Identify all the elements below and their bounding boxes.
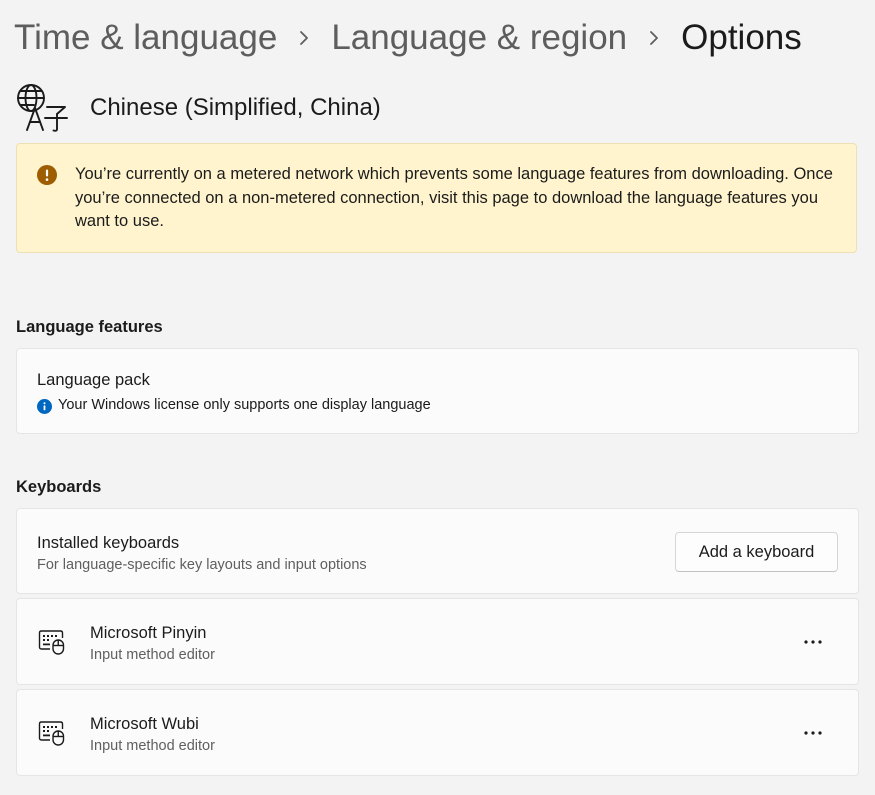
metered-network-warning: You’re currently on a metered network wh… <box>16 143 857 253</box>
warning-icon <box>37 165 57 185</box>
language-name: Chinese (Simplified, China) <box>90 94 381 121</box>
page-title: Options <box>681 18 802 57</box>
keyboard-name: Microsoft Pinyin <box>90 624 207 642</box>
language-pack-label: Language pack <box>37 371 150 389</box>
keyboard-name: Microsoft Wubi <box>90 715 199 733</box>
chevron-right-icon <box>277 14 331 62</box>
add-keyboard-button[interactable]: Add a keyboard <box>675 532 838 572</box>
more-horizontal-icon <box>804 731 822 735</box>
section-title-language-features: Language features <box>16 318 163 336</box>
language-header: Chinese (Simplified, China) <box>16 82 381 134</box>
keyboard-icon <box>38 721 65 746</box>
breadcrumb: Time & language Language & region Option… <box>14 14 802 62</box>
more-options-button[interactable] <box>796 625 830 659</box>
keyboard-type: Input method editor <box>90 738 215 754</box>
keyboard-icon <box>38 630 65 655</box>
keyboard-type: Input method editor <box>90 647 215 663</box>
language-pack-info: Your Windows license only supports one d… <box>58 397 431 413</box>
warning-message: You’re currently on a metered network wh… <box>75 165 833 230</box>
chevron-right-icon <box>627 14 681 62</box>
breadcrumb-language-region[interactable]: Language & region <box>331 18 627 58</box>
installed-keyboards-card: Installed keyboards For language-specifi… <box>16 508 859 594</box>
more-options-button[interactable] <box>796 716 830 750</box>
installed-keyboards-label: Installed keyboards <box>37 534 180 552</box>
language-pack-card: Language pack Your Windows license only … <box>16 348 859 434</box>
section-title-keyboards: Keyboards <box>16 478 102 496</box>
installed-keyboards-description: For language-specific key layouts and in… <box>37 557 367 573</box>
keyboard-item-microsoft-pinyin[interactable]: Microsoft Pinyin Input method editor <box>16 598 859 685</box>
more-horizontal-icon <box>804 640 822 644</box>
breadcrumb-time-language[interactable]: Time & language <box>14 18 277 58</box>
keyboard-item-microsoft-wubi[interactable]: Microsoft Wubi Input method editor <box>16 689 859 776</box>
info-icon <box>37 399 52 414</box>
language-icon <box>17 84 68 132</box>
